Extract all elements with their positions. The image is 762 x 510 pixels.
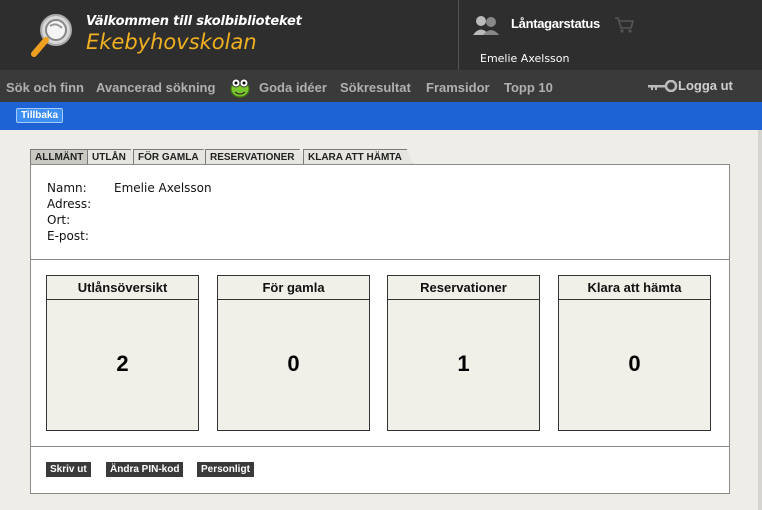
summary-box-loans[interactable]: Utlånsöversikt 2 [46,275,199,431]
tab-general[interactable]: ALLMÄNT [30,149,94,165]
summary-title: Reservationer [388,276,539,300]
user-name: Emelie Axelsson [480,52,570,65]
nav-good-ideas[interactable]: Goda idéer [259,80,327,95]
welcome-text: Välkommen till skolbiblioteket [86,14,302,29]
nav-search-find[interactable]: Sök och finn [6,80,84,95]
summary-value: 2 [116,351,129,376]
summary-box-reservations[interactable]: Reservationer 1 [387,275,540,431]
tab-loans[interactable]: UTLÅN [87,149,137,165]
summary-box-overdue[interactable]: För gamla 0 [217,275,370,431]
logout-label: Logga ut [678,78,733,93]
tab-ready-for-pickup[interactable]: KLARA ATT HÄMTA [303,149,413,165]
print-button[interactable]: Skriv ut [46,462,91,477]
header-divider [458,0,459,70]
email-label: E-post: [47,229,89,243]
address-label: Adress: [47,197,92,211]
back-button[interactable]: Tillbaka [16,108,64,123]
section-divider [30,446,730,447]
summary-title: Utlånsöversikt [47,276,198,300]
borrower-status-link[interactable]: Låntagarstatus [511,16,600,31]
city-label: Ort: [47,213,71,227]
school-name: Ekebyhovskolan [86,30,257,54]
summary-value: 0 [628,351,641,376]
tab-overdue[interactable]: FÖR GAMLA [133,149,210,165]
name-label: Namn: [47,181,87,195]
key-icon [648,79,678,92]
change-pin-button[interactable]: Ändra PIN-kod [106,462,184,477]
summary-value: 1 [457,351,470,376]
section-divider [30,259,730,260]
header: Välkommen till skolbiblioteket Ekebyhovs… [0,0,762,70]
users-icon [473,16,499,35]
summary-title: För gamla [218,276,369,300]
personal-button[interactable]: Personligt [197,462,254,477]
name-value: Emelie Axelsson [114,181,212,195]
cart-icon[interactable] [614,16,634,34]
nav-front-pages[interactable]: Framsidor [426,80,490,95]
summary-title: Klara att hämta [559,276,710,300]
toolbar [0,102,762,130]
nav-search-results[interactable]: Sökresultat [340,80,411,95]
window-edge [758,130,762,510]
summary-value: 0 [287,351,300,376]
summary-box-ready[interactable]: Klara att hämta 0 [558,275,711,431]
tab-reservations[interactable]: RESERVATIONER [205,149,305,165]
bug-mascot-icon [230,78,250,98]
nav-advanced-search[interactable]: Avancerad sökning [96,80,215,95]
magnifier-globe-icon [31,14,72,57]
logout-link[interactable]: Logga ut [648,78,733,93]
nav-top-10[interactable]: Topp 10 [504,80,553,95]
